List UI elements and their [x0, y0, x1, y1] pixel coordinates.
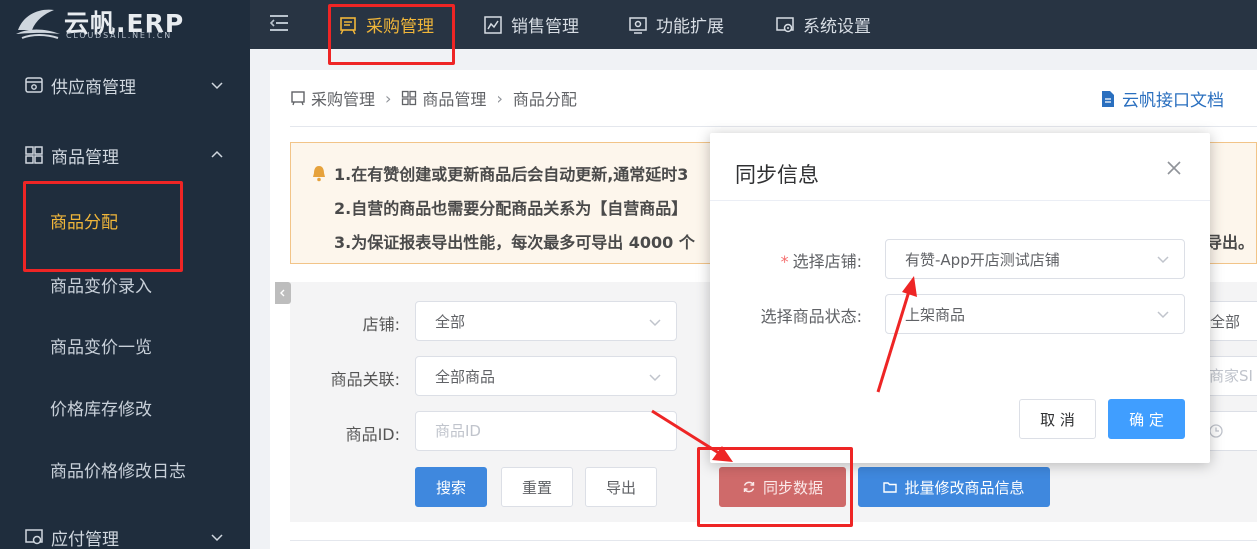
sail-logo-icon	[16, 9, 60, 39]
collapse-handle[interactable]	[275, 282, 291, 304]
nav-purchase[interactable]: 采购管理	[338, 0, 434, 49]
close-icon[interactable]	[1166, 160, 1182, 176]
breadcrumb-separator-icon: ›	[496, 88, 503, 108]
chevron-down-icon	[1157, 311, 1169, 319]
nav-extension-label: 功能扩展	[656, 17, 724, 37]
nav-sales-label: 销售管理	[511, 17, 579, 37]
header-divider	[290, 126, 1257, 127]
store-filter-select[interactable]: 全部	[415, 301, 677, 341]
dialog-divider	[710, 200, 1210, 201]
notice-line-1: 1.在有赞创建或更新商品后会自动更新,通常延时3	[334, 165, 689, 184]
extension-icon	[629, 16, 647, 34]
api-doc-link[interactable]: 云帆接口文档	[1100, 86, 1224, 111]
sidebar-group-label: 商品管理	[51, 147, 119, 168]
logo-subtitle: CLOUDSAIL.NET.CN	[66, 31, 173, 40]
sync-info-dialog: 同步信息 * 选择店铺: 有赞-App开店测试店铺 选择商品状态: 上架商品 取 …	[710, 133, 1210, 463]
batch-edit-button[interactable]: 批量修改商品信息	[858, 467, 1050, 507]
right-filter-value: 全部	[1210, 312, 1241, 331]
relation-filter-value: 全部商品	[435, 367, 496, 386]
dialog-store-value: 有赞-App开店测试店铺	[905, 250, 1060, 269]
dialog-store-select[interactable]: 有赞-App开店测试店铺	[885, 239, 1185, 279]
payable-icon	[25, 529, 43, 545]
document-icon	[1102, 90, 1114, 107]
id-filter-label: 商品ID:	[345, 425, 400, 444]
top-bar: 云帆.ERP CLOUDSAIL.NET.CN 采购管理 销售管理 功能扩展 系…	[0, 0, 1257, 49]
dialog-title: 同步信息	[735, 163, 819, 187]
notice-line-3: 3.为保证报表导出性能，每次最多可导出 4000 个	[334, 233, 695, 252]
supplier-icon	[25, 77, 43, 93]
notice-line-3-tail: 导出。	[1206, 233, 1255, 252]
refresh-icon	[743, 481, 755, 493]
nav-settings-label: 系统设置	[803, 17, 871, 37]
store-filter-value: 全部	[435, 312, 466, 331]
chevron-down-icon	[1157, 256, 1169, 264]
purchase-icon	[291, 91, 305, 106]
store-filter-label: 店铺:	[362, 315, 400, 334]
grid-icon	[402, 90, 417, 106]
batch-edit-label: 批量修改商品信息	[904, 478, 1025, 497]
sidebar-group-payable[interactable]: 应付管理	[0, 509, 250, 549]
export-button[interactable]: 导出	[585, 467, 657, 507]
bell-icon	[313, 166, 325, 182]
sidebar: 供应商管理 商品管理 商品分配 商品变价录入 商品变价一览 价格库存修改 商品价…	[0, 49, 250, 549]
dialog-store-label-text: 选择店铺:	[792, 252, 862, 271]
nav-sales[interactable]: 销售管理	[483, 0, 579, 49]
menu-toggle-icon[interactable]	[270, 13, 292, 33]
breadcrumb-parent[interactable]: 商品管理	[422, 86, 486, 110]
goods-id-input[interactable]	[415, 411, 677, 451]
dialog-confirm-button[interactable]: 确 定	[1108, 399, 1185, 439]
dialog-cancel-button[interactable]: 取 消	[1019, 399, 1096, 439]
chevron-down-icon	[649, 319, 661, 327]
grid-icon	[25, 146, 43, 164]
dialog-status-value: 上架商品	[905, 305, 966, 324]
chevron-down-icon	[211, 534, 223, 542]
api-doc-link-label: 云帆接口文档	[1122, 91, 1224, 111]
required-mark: *	[780, 252, 789, 271]
chart-icon	[484, 15, 502, 34]
sync-data-button[interactable]: 同步数据	[719, 467, 846, 507]
search-button[interactable]: 搜索	[415, 467, 487, 507]
chevron-up-icon	[211, 150, 223, 158]
nav-purchase-label: 采购管理	[366, 17, 434, 37]
table-header-strip	[290, 540, 1257, 549]
sidebar-group-goods[interactable]: 商品管理	[0, 127, 250, 183]
sidebar-item-price-change-entry[interactable]: 商品变价录入	[0, 256, 250, 312]
breadcrumb-separator-icon: ›	[385, 88, 392, 108]
reset-button[interactable]: 重置	[501, 467, 573, 507]
breadcrumb: 采购管理 › 商品管理 › 商品分配	[290, 86, 577, 110]
sidebar-item-price-change-list[interactable]: 商品变价一览	[0, 317, 250, 373]
nav-extension[interactable]: 功能扩展	[628, 0, 724, 49]
dialog-status-label: 选择商品状态:	[760, 307, 862, 326]
sync-data-label: 同步数据	[762, 478, 823, 497]
sidebar-group-label: 供应商管理	[51, 77, 136, 98]
sidebar-item-goods-allocation[interactable]: 商品分配	[0, 192, 250, 248]
relation-filter-select[interactable]: 全部商品	[415, 356, 677, 396]
dialog-store-label: * 选择店铺:	[750, 248, 862, 272]
notice-line-2: 2.自营的商品也需要分配商品关系为【自营商品】	[334, 199, 688, 218]
collapse-arrow-icon	[280, 289, 285, 297]
chevron-down-icon	[649, 374, 661, 382]
settings-icon	[776, 16, 794, 32]
dialog-status-select[interactable]: 上架商品	[885, 294, 1185, 334]
sidebar-item-price-stock-edit[interactable]: 价格库存修改	[0, 379, 250, 435]
breadcrumb-root[interactable]: 采购管理	[311, 86, 375, 110]
breadcrumb-current: 商品分配	[512, 90, 577, 109]
clock-icon	[1209, 424, 1223, 438]
relation-filter-label: 商品关联:	[330, 370, 400, 389]
purchase-icon	[340, 16, 356, 34]
sidebar-item-price-log[interactable]: 商品价格修改日志	[0, 441, 250, 497]
sidebar-group-label: 应付管理	[51, 529, 119, 549]
nav-settings[interactable]: 系统设置	[775, 0, 871, 49]
logo[interactable]: 云帆.ERP CLOUDSAIL.NET.CN	[0, 0, 250, 49]
sidebar-group-supplier[interactable]: 供应商管理	[0, 57, 250, 113]
chevron-down-icon	[211, 82, 223, 90]
folder-icon	[883, 482, 898, 493]
